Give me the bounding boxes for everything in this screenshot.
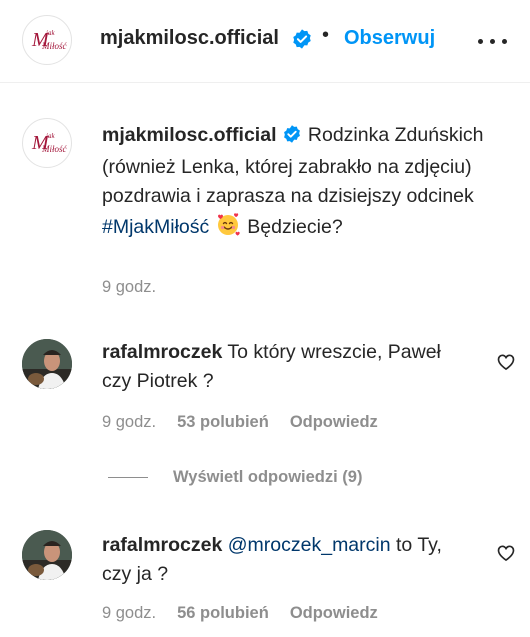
caption-avatar[interactable]: M jak Miłość (22, 118, 72, 168)
svg-text:jak: jak (45, 132, 55, 140)
brand-logo-icon: M jak Miłość (31, 29, 68, 51)
comment-likes[interactable]: 56 polubień (177, 604, 269, 623)
comment-meta: 9 godz. 56 polubień Odpowiedz (102, 604, 378, 623)
divider (108, 477, 148, 478)
header-username[interactable]: mjakmilosc.official (100, 27, 279, 50)
caption-question: Będziecie? (247, 216, 343, 238)
reply-button[interactable]: Odpowiedz (290, 413, 378, 432)
comment-text: rafalmroczek To który wreszcie, Paweł cz… (102, 338, 462, 396)
smiling-face-with-hearts-icon (215, 211, 241, 246)
avatar-photo-icon (22, 339, 72, 389)
profile-avatar[interactable]: M jak Miłość (22, 15, 72, 65)
like-heart-icon[interactable] (496, 543, 516, 563)
hashtag-link[interactable]: #MjakMiłość (102, 216, 209, 238)
comment-timestamp[interactable]: 9 godz. (102, 604, 156, 623)
comment-likes[interactable]: 53 polubień (177, 413, 269, 432)
separator-dot: • (322, 24, 330, 46)
commenter-avatar[interactable] (22, 339, 72, 389)
comment-username[interactable]: rafalmroczek (102, 341, 222, 363)
brand-logo-icon: M jak Miłość (31, 132, 68, 154)
comment-timestamp[interactable]: 9 godz. (102, 413, 156, 432)
caption-username[interactable]: mjakmilosc.official (102, 124, 276, 146)
comment-username[interactable]: rafalmroczek (102, 534, 222, 556)
reply-button[interactable]: Odpowiedz (290, 604, 378, 623)
post-header: M jak Miłość mjakmilosc.official • Obser… (0, 0, 530, 83)
comment-meta: 9 godz. 53 polubień Odpowiedz (102, 413, 378, 432)
verified-badge-icon (291, 28, 313, 55)
svg-text:Miłość: Miłość (41, 144, 68, 154)
caption-timestamp[interactable]: 9 godz. (102, 278, 156, 297)
like-heart-icon[interactable] (496, 352, 516, 372)
view-replies-button[interactable]: Wyświetl odpowiedzi (9) (108, 468, 362, 487)
comment-text: rafalmroczek @mroczek_marcin to Ty, czy … (102, 531, 462, 589)
view-replies-label: Wyświetl odpowiedzi (9) (173, 468, 363, 486)
avatar-photo-icon (22, 530, 72, 580)
caption-text: mjakmilosc.official Rodzinka Zduńskich (… (102, 121, 502, 246)
more-options-icon[interactable] (478, 30, 508, 50)
svg-text:Miłość: Miłość (41, 41, 68, 51)
svg-text:jak: jak (45, 29, 55, 37)
follow-button[interactable]: Obserwuj (344, 27, 435, 50)
mention-link[interactable]: @mroczek_marcin (228, 534, 391, 556)
verified-badge-icon (282, 124, 302, 153)
commenter-avatar[interactable] (22, 530, 72, 580)
